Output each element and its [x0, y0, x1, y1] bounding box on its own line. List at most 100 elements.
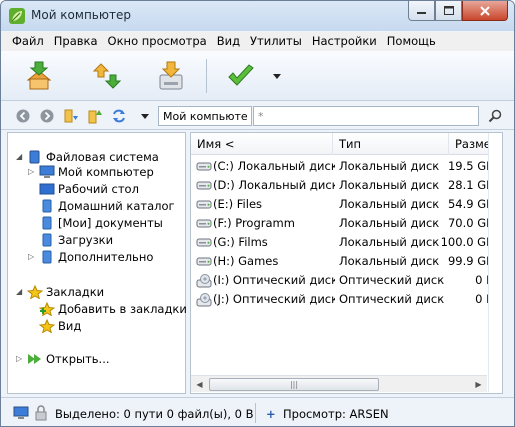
- menu-view[interactable]: Вид: [212, 32, 245, 51]
- cell-type: Оптический диск: [339, 292, 445, 306]
- cell-name: (C:) Локальный диск: [213, 159, 335, 173]
- toolbar-separator: [206, 59, 207, 93]
- maximize-button[interactable]: [435, 1, 462, 21]
- menu-edit[interactable]: Правка: [49, 32, 103, 51]
- file-list: Имя < Тип Размер (C:) Локальный диск Лока…: [190, 132, 503, 394]
- star-add-icon: [39, 301, 55, 316]
- address-field[interactable]: Мой компьюте: [158, 106, 252, 126]
- table-row[interactable]: (E:) Files Локальный диск 54.9 GB: [191, 195, 502, 214]
- refresh-button[interactable]: [111, 108, 127, 124]
- folder-down-icon: [64, 109, 78, 123]
- expanded-arrow-icon[interactable]: ◢: [16, 287, 25, 296]
- cell-name: (E:) Files: [213, 197, 263, 211]
- computer-icon: [13, 406, 29, 419]
- table-row[interactable]: (I:) Оптический диск Оптический диск 0 B: [191, 271, 502, 291]
- table-row[interactable]: (C:) Локальный диск Локальный диск 19.5 GB: [191, 157, 502, 176]
- cell-type: Локальный диск: [339, 235, 440, 249]
- column-header-name[interactable]: Имя <: [191, 133, 333, 155]
- navigation-bar: Мой компьюте *: [1, 102, 514, 130]
- refresh-icon: [113, 109, 125, 123]
- status-bar: Выделено: 0 пути 0 файл(ы), 0 B + Просмо…: [1, 397, 514, 426]
- tree-item[interactable]: ◢ Закладки: [16, 283, 104, 300]
- filter-input[interactable]: *: [253, 106, 479, 126]
- folder-up-button[interactable]: [87, 108, 103, 124]
- scroll-right-button[interactable]: ▶: [470, 376, 487, 393]
- close-button[interactable]: [462, 1, 508, 21]
- folder-history-button[interactable]: [63, 108, 79, 124]
- computer-icon: [39, 165, 55, 179]
- nav-dropdown-button[interactable]: [137, 108, 153, 124]
- app-window: Мой компьютер Файл Правка Окно просмотра…: [0, 0, 515, 427]
- download-icon: [159, 61, 183, 90]
- collapsed-arrow-icon[interactable]: ▷: [28, 252, 37, 261]
- tree-item[interactable]: Рабочий стол: [28, 180, 139, 197]
- minimize-icon: [417, 12, 426, 14]
- menu-bar: Файл Правка Окно просмотра Вид Утилиты Н…: [1, 32, 514, 51]
- optical-drive-icon: [196, 293, 212, 310]
- selection-status: Выделено: 0 пути 0 файл(ы), 0 B: [55, 407, 254, 421]
- tree-item-label: Добавить в закладки: [58, 301, 187, 316]
- table-row[interactable]: (J:) Оптический диск Оптический диск 0 B: [191, 290, 502, 310]
- tree-item[interactable]: Вид: [28, 317, 81, 334]
- table-row[interactable]: (G:) Films Локальный диск 100.0 GB: [191, 233, 502, 252]
- optical-drive-icon: [196, 274, 212, 291]
- menu-file[interactable]: Файл: [7, 32, 49, 51]
- hdd-icon: [196, 236, 212, 251]
- forward-button[interactable]: [39, 108, 55, 124]
- back-icon: [16, 109, 30, 123]
- tree-item[interactable]: [Мои] документы: [28, 214, 163, 231]
- cell-name: (I:) Оптический диск: [213, 273, 335, 287]
- title-bar[interactable]: Мой компьютер: [1, 1, 514, 31]
- cell-name: (F:) Programm: [213, 216, 295, 230]
- tree-item[interactable]: ▷ Дополнительно: [28, 248, 153, 265]
- window-title: Мой компьютер: [31, 8, 131, 22]
- folder-up-icon: [88, 110, 102, 124]
- minimize-button[interactable]: [408, 1, 435, 21]
- cell-name: (J:) Оптический диск: [213, 292, 335, 306]
- close-icon: [480, 5, 490, 16]
- column-header-type[interactable]: Тип: [333, 133, 449, 155]
- cell-name: (H:) Games: [213, 254, 279, 268]
- plus-icon[interactable]: +: [266, 407, 276, 421]
- tree-item[interactable]: Загрузки: [28, 231, 113, 248]
- star-icon: [39, 318, 55, 333]
- menu-utilities[interactable]: Утилиты: [245, 32, 307, 51]
- copy-to-icon: [26, 61, 52, 90]
- table-row[interactable]: (H:) Games Локальный диск 99.9 GB: [191, 252, 502, 271]
- horizontal-scrollbar[interactable]: ◀ ||| ▶: [191, 375, 487, 392]
- expanded-arrow-icon[interactable]: ◢: [16, 152, 25, 161]
- menu-help[interactable]: Помощь: [382, 32, 441, 51]
- vertical-scrollbar[interactable]: [488, 133, 502, 392]
- collapsed-arrow-icon[interactable]: ▷: [16, 354, 25, 363]
- dropdown-arrow-icon: [141, 113, 149, 119]
- forward-icon: [40, 109, 54, 123]
- hdd-icon: [196, 198, 212, 213]
- hdd-icon: [196, 160, 212, 175]
- maximize-icon: [443, 6, 454, 15]
- menu-view-window[interactable]: Окно просмотра: [103, 32, 212, 51]
- table-row[interactable]: (F:) Programm Локальный диск 70.0 GB: [191, 214, 502, 233]
- tree-item-label: Закладки: [46, 284, 105, 299]
- table-row[interactable]: (D:) Локальный диск Локальный диск 28.1 GB: [191, 176, 502, 195]
- swap-button[interactable]: [89, 58, 125, 94]
- tree-item[interactable]: ▷ Открыть...: [16, 350, 110, 367]
- menu-settings[interactable]: Настройки: [307, 32, 382, 51]
- cell-type: Локальный диск: [339, 159, 440, 173]
- cell-type: Локальный диск: [339, 178, 440, 192]
- apply-dropdown-button[interactable]: [267, 58, 287, 94]
- tree-item-label: Домашний каталог: [58, 198, 175, 213]
- hdd-icon: [196, 217, 212, 232]
- download-button[interactable]: [153, 58, 189, 94]
- folder-icon: [39, 233, 55, 247]
- collapsed-arrow-icon[interactable]: ▷: [28, 167, 37, 176]
- search-button[interactable]: [487, 108, 503, 124]
- tree-item[interactable]: Добавить в закладки: [28, 300, 187, 317]
- apply-button[interactable]: [223, 58, 259, 94]
- scroll-thumb[interactable]: |||: [209, 378, 379, 391]
- scroll-left-button[interactable]: ◀: [191, 376, 208, 393]
- tree-item[interactable]: Домашний каталог: [28, 197, 175, 214]
- dropdown-arrow-icon: [273, 73, 281, 79]
- back-button[interactable]: [15, 108, 31, 124]
- tree-item[interactable]: ▷ Мой компьютер: [28, 163, 154, 180]
- copy-button[interactable]: [21, 58, 57, 94]
